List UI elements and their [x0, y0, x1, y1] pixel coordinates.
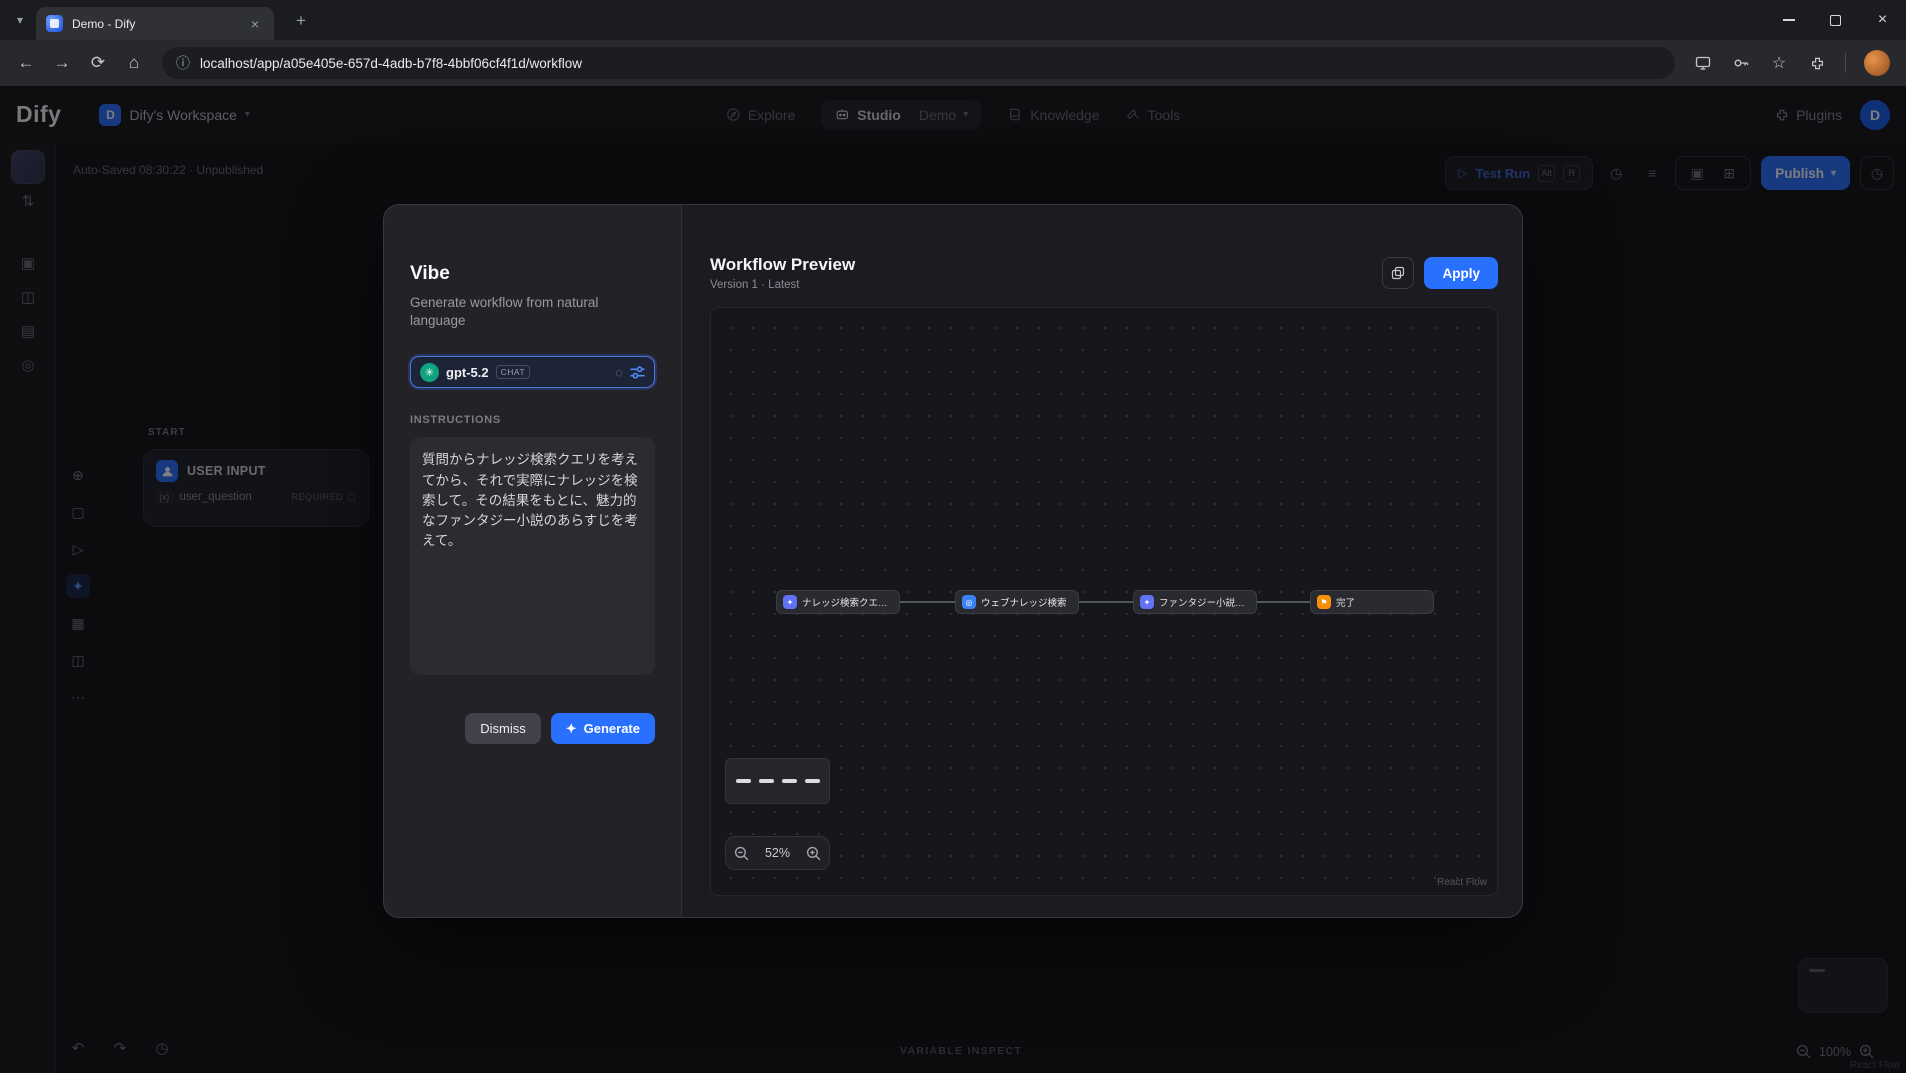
preview-node-4[interactable]: ⚑ 完了 — [1310, 590, 1434, 614]
url-text: localhost/app/a05e405e-657d-4adb-b7f8-4b… — [200, 56, 582, 71]
model-name: gpt-5.2 — [446, 365, 489, 380]
browser-navbar: ← → ⟳ ⌂ ⓘ localhost/app/a05e405e-657d-4a… — [0, 40, 1906, 86]
password-key-icon[interactable] — [1725, 47, 1757, 79]
llm-node-icon: ✦ — [783, 595, 797, 609]
preview-canvas[interactable]: ✦ ナレッジ検索クエリ生成 ◎ ウェブナレッジ検索 ✦ ファンタジー小説の魅力的… — [710, 307, 1498, 896]
navbar-right: ☆ — [1687, 47, 1896, 79]
preview-zoom-control[interactable]: 52% — [725, 836, 830, 870]
knowledge-search-node-icon: ◎ — [962, 595, 976, 609]
minimap[interactable] — [725, 758, 830, 804]
instructions-label: INSTRUCTIONS — [410, 414, 655, 426]
maximize-icon — [1830, 15, 1841, 26]
dismiss-button[interactable]: Dismiss — [465, 713, 541, 744]
chevron-down-icon: ▾ — [17, 13, 23, 27]
minimap-node — [736, 779, 751, 784]
preview-header: Workflow Preview Version 1 · Latest Appl… — [710, 255, 1498, 291]
vibe-title: Vibe — [410, 263, 655, 285]
llm-node-icon: ✦ — [1140, 595, 1154, 609]
vibe-subtitle: Generate workflow from natural language — [410, 294, 655, 330]
minimize-icon — [1783, 19, 1795, 21]
openai-icon: ✳ — [420, 363, 439, 382]
zoom-in-icon — [806, 846, 821, 861]
window-minimize-button[interactable] — [1765, 0, 1812, 40]
react-flow-attribution: React Flow — [1437, 877, 1487, 888]
url-bar[interactable]: ⓘ localhost/app/a05e405e-657d-4adb-b7f8-… — [162, 47, 1675, 79]
new-tab-button[interactable]: + — [288, 9, 314, 33]
model-settings-sliders-icon[interactable] — [630, 366, 645, 379]
vibe-actions: Dismiss ✦ Generate — [410, 713, 655, 744]
minimap-node — [805, 779, 820, 784]
dify-favicon-icon — [46, 15, 63, 32]
tab-title: Demo - Dify — [72, 17, 237, 31]
browser-profile-avatar[interactable] — [1864, 50, 1890, 76]
apply-button[interactable]: Apply — [1424, 257, 1498, 289]
minimap-node — [782, 779, 797, 784]
edge-2 — [1079, 601, 1133, 603]
vibe-modal: Vibe Generate workflow from natural lang… — [383, 204, 1523, 918]
tab-search-button[interactable]: ▾ — [8, 10, 32, 30]
end-node-icon: ⚑ — [1317, 595, 1331, 609]
refresh-button[interactable]: ⟳ — [82, 47, 114, 79]
browser-tab[interactable]: Demo - Dify × — [36, 7, 274, 40]
home-button[interactable]: ⌂ — [118, 47, 150, 79]
copy-icon — [1391, 266, 1405, 280]
install-app-icon[interactable] — [1687, 47, 1719, 79]
tab-close-icon[interactable]: × — [246, 15, 264, 33]
window-maximize-button[interactable] — [1812, 0, 1859, 40]
model-selector[interactable]: ✳ gpt-5.2 CHAT ◌ — [410, 356, 655, 388]
workflow-preview-panel: Workflow Preview Version 1 · Latest Appl… — [682, 205, 1522, 917]
instructions-textarea[interactable]: 質問からナレッジ検索クエリを考えてから、それで実際にナレッジを検索して。その結果… — [410, 437, 655, 675]
sparkle-icon: ✦ — [566, 721, 577, 737]
preview-node-2[interactable]: ◎ ウェブナレッジ検索 — [955, 590, 1079, 614]
site-info-icon[interactable]: ⓘ — [176, 53, 190, 73]
generate-button[interactable]: ✦ Generate — [551, 713, 655, 744]
extensions-puzzle-icon[interactable] — [1801, 47, 1833, 79]
edge-1 — [900, 601, 955, 603]
bookmark-star-icon[interactable]: ☆ — [1763, 47, 1795, 79]
model-type-badge: CHAT — [496, 365, 531, 379]
minimap-node — [759, 779, 774, 784]
screen: ▾ Demo - Dify × + × ← → ⟳ ⌂ ⓘ localhost/… — [0, 0, 1906, 1073]
vibe-panel: Vibe Generate workflow from natural lang… — [384, 205, 682, 917]
browser-tabstrip: ▾ Demo - Dify × + × — [0, 0, 1906, 40]
model-auto-icon[interactable]: ◌ — [615, 365, 623, 380]
preview-node-3[interactable]: ✦ ファンタジー小説の魅力的なあらすじ — [1133, 590, 1257, 614]
back-button[interactable]: ← — [10, 47, 42, 79]
preview-title: Workflow Preview — [710, 255, 855, 275]
copy-button[interactable] — [1382, 257, 1414, 289]
window-close-button[interactable]: × — [1859, 0, 1906, 40]
navbar-divider — [1845, 53, 1846, 73]
window-controls: × — [1765, 0, 1906, 40]
preview-node-1[interactable]: ✦ ナレッジ検索クエリ生成 — [776, 590, 900, 614]
forward-button[interactable]: → — [46, 47, 78, 79]
preview-zoom-value: 52% — [765, 846, 790, 860]
edge-3 — [1257, 601, 1310, 603]
preview-version: Version 1 · Latest — [710, 279, 855, 291]
zoom-out-icon — [734, 846, 749, 861]
